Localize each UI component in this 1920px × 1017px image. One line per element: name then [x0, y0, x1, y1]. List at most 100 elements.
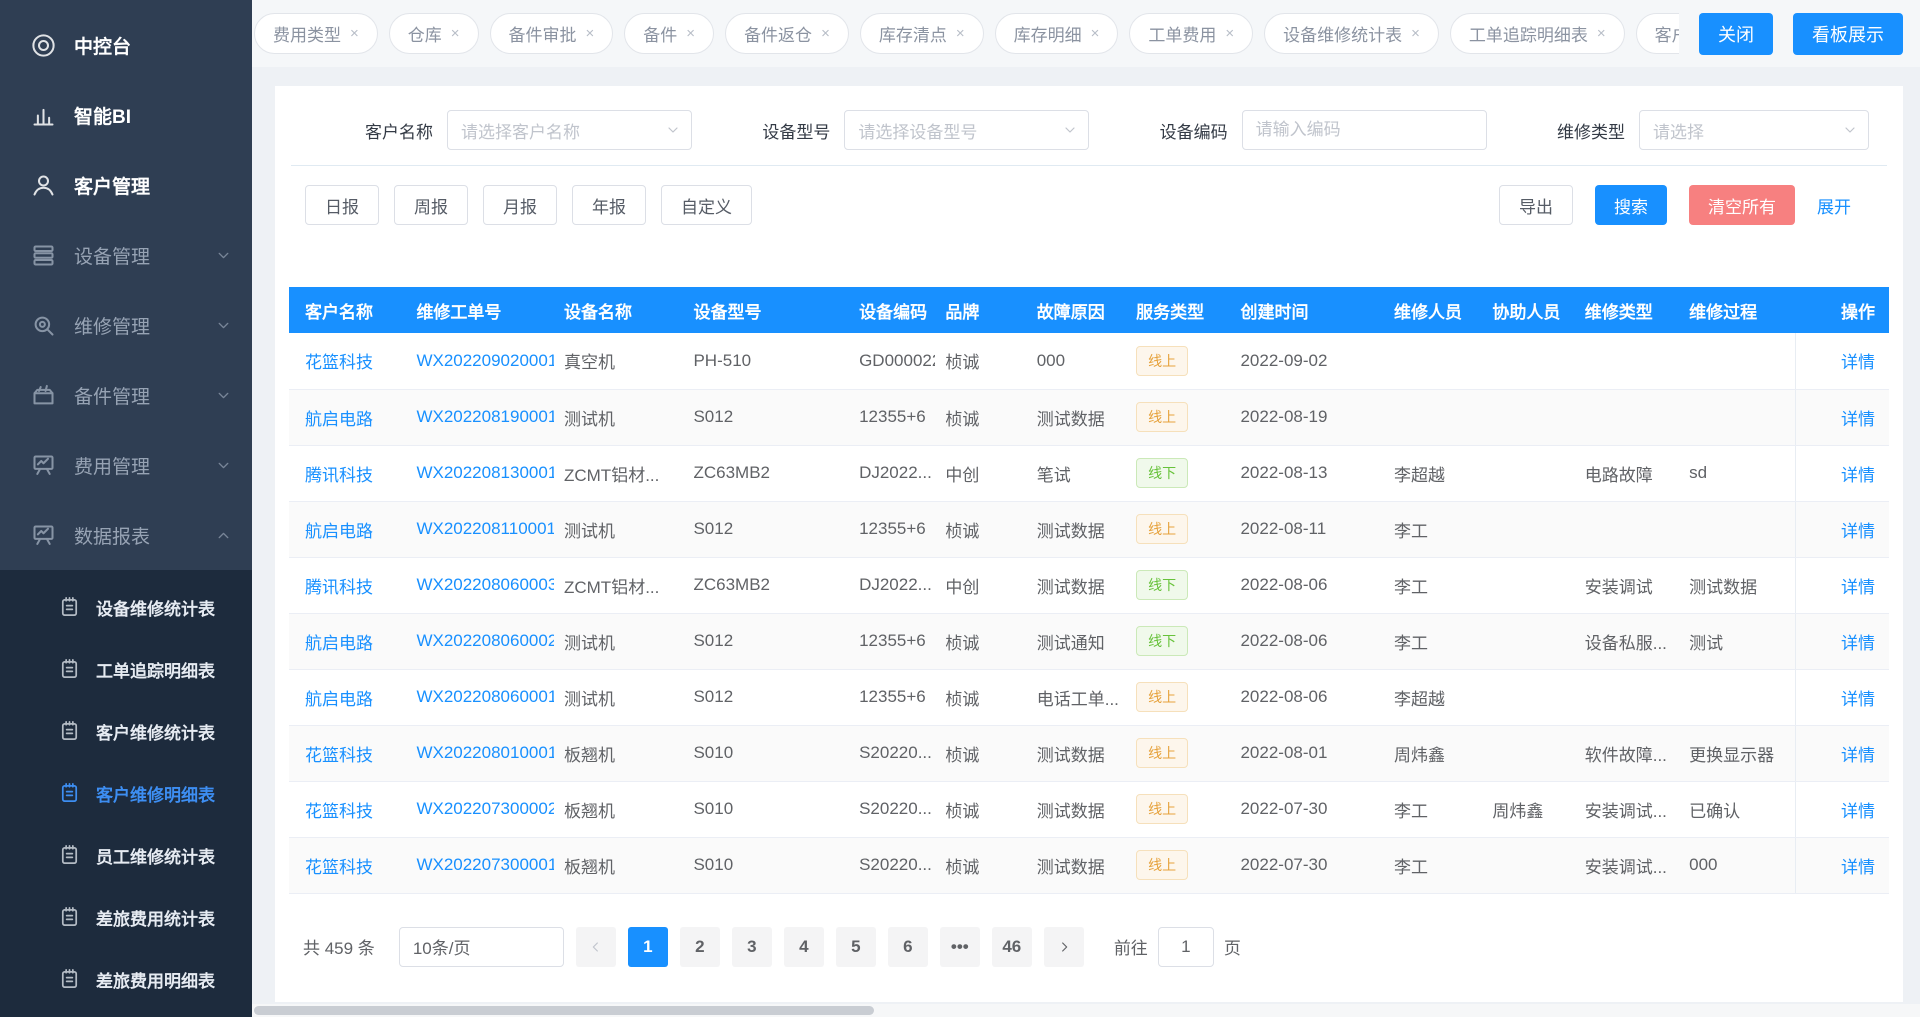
order-link[interactable]: WX202208010001	[416, 743, 554, 762]
report-range-button[interactable]: 年报	[572, 185, 646, 225]
board-display-button[interactable]: 看板展示	[1793, 13, 1903, 55]
sidebar-subitem[interactable]: 员工维修统计表	[0, 824, 252, 886]
goto-page-input[interactable]	[1158, 927, 1214, 967]
order-link[interactable]: WX202207300001	[416, 855, 554, 874]
filter-select[interactable]: 请选择客户名称	[447, 110, 692, 150]
tab-close-icon[interactable]: ×	[586, 26, 595, 41]
tab-close-icon[interactable]: ×	[350, 26, 359, 41]
page-button[interactable]: 46	[992, 927, 1032, 967]
filter-select[interactable]: 请选择设备型号	[844, 110, 1089, 150]
order-link[interactable]: WX202208110001	[416, 519, 554, 538]
detail-link[interactable]: 详情	[1841, 578, 1875, 597]
tab[interactable]: 设备维修统计表×	[1264, 13, 1439, 54]
sidebar-item[interactable]: 智能BI	[0, 80, 252, 150]
page-button[interactable]: 2	[680, 927, 720, 967]
close-button[interactable]: 关闭	[1699, 13, 1773, 55]
order-link[interactable]: WX202208190001	[416, 407, 554, 426]
tab-close-icon[interactable]: ×	[1225, 26, 1234, 41]
filter-select[interactable]: 请选择	[1639, 110, 1869, 150]
customer-link[interactable]: 腾讯科技	[305, 466, 373, 485]
tab-close-icon[interactable]: ×	[451, 26, 460, 41]
sidebar-subitem[interactable]: 设备维修统计表	[0, 576, 252, 638]
filter-input[interactable]	[1256, 120, 1452, 140]
customer-link[interactable]: 航启电路	[305, 410, 373, 429]
cell-repair_type	[1575, 501, 1679, 557]
sidebar-subitem[interactable]: 差旅费用统计表	[0, 886, 252, 948]
detail-link[interactable]: 详情	[1841, 634, 1875, 653]
tab[interactable]: 库存清点×	[860, 13, 984, 54]
sidebar-item[interactable]: 维修管理	[0, 290, 252, 360]
cell-model: S012	[683, 669, 849, 725]
tab-close-icon[interactable]: ×	[1091, 26, 1100, 41]
tab[interactable]: 工单费用×	[1129, 13, 1253, 54]
tab-close-icon[interactable]: ×	[1597, 26, 1606, 41]
clear-all-button[interactable]: 清空所有	[1689, 185, 1795, 225]
detail-link[interactable]: 详情	[1841, 802, 1875, 821]
page-size-select[interactable]: 10条/页	[399, 927, 564, 967]
tab-close-icon[interactable]: ×	[686, 26, 695, 41]
sidebar-item[interactable]: 数据报表	[0, 500, 252, 570]
page-button[interactable]: 1	[628, 927, 668, 967]
customer-link[interactable]: 腾讯科技	[305, 578, 373, 597]
order-link[interactable]: WX202207300002	[416, 799, 554, 818]
tab-close-icon[interactable]: ×	[821, 26, 830, 41]
scrollbar-thumb[interactable]	[254, 1006, 874, 1015]
tab[interactable]: 客户维修统计表×	[1636, 13, 1679, 54]
report-range-button[interactable]: 月报	[483, 185, 557, 225]
order-link[interactable]: WX202208060001	[416, 687, 554, 706]
customer-link[interactable]: 花篮科技	[305, 353, 373, 372]
tab[interactable]: 备件返仓×	[725, 13, 849, 54]
expand-toggle[interactable]: 展开	[1817, 193, 1871, 218]
page-ellipsis[interactable]: •••	[940, 927, 980, 967]
export-button[interactable]: 导出	[1499, 185, 1573, 225]
detail-link[interactable]: 详情	[1841, 410, 1875, 429]
sidebar-item-label: 设备管理	[74, 242, 150, 269]
detail-link[interactable]: 详情	[1841, 522, 1875, 541]
customer-link[interactable]: 花篮科技	[305, 802, 373, 821]
tab[interactable]: 备件审批×	[490, 13, 614, 54]
horizontal-scrollbar[interactable]	[252, 1004, 1920, 1017]
sidebar-subitem[interactable]: 客户维修统计表	[0, 700, 252, 762]
sidebar-item[interactable]: 客户管理	[0, 150, 252, 220]
customer-link[interactable]: 航启电路	[305, 634, 373, 653]
prev-page-button[interactable]	[576, 927, 616, 967]
next-page-button[interactable]	[1044, 927, 1084, 967]
page-button[interactable]: 3	[732, 927, 772, 967]
customer-link[interactable]: 航启电路	[305, 690, 373, 709]
detail-link[interactable]: 详情	[1841, 353, 1875, 372]
customer-link[interactable]: 花篮科技	[305, 858, 373, 877]
customer-link[interactable]: 花篮科技	[305, 746, 373, 765]
tab[interactable]: 工单追踪明细表×	[1450, 13, 1625, 54]
tab[interactable]: 仓库×	[389, 13, 479, 54]
tab-close-icon[interactable]: ×	[1411, 26, 1420, 41]
search-button[interactable]: 搜索	[1595, 185, 1667, 225]
sidebar-subitem[interactable]: 客户维修明细表	[0, 762, 252, 824]
sidebar-subitem[interactable]: 差旅费用明细表	[0, 948, 252, 1010]
sidebar-item[interactable]: 设备管理	[0, 220, 252, 290]
order-link[interactable]: WX202209020001	[416, 351, 554, 370]
order-link[interactable]: WX202208060002	[416, 631, 554, 650]
detail-link[interactable]: 详情	[1841, 858, 1875, 877]
page-button[interactable]: 4	[784, 927, 824, 967]
report-range-button[interactable]: 自定义	[661, 185, 752, 225]
detail-link[interactable]: 详情	[1841, 690, 1875, 709]
page-button[interactable]: 6	[888, 927, 928, 967]
report-range-button[interactable]: 日报	[305, 185, 379, 225]
sidebar-item[interactable]: 中控台	[0, 10, 252, 80]
sidebar-item[interactable]: 备件管理	[0, 360, 252, 430]
page-button[interactable]: 5	[836, 927, 876, 967]
detail-link[interactable]: 详情	[1841, 746, 1875, 765]
cell-customer: 航启电路	[289, 669, 406, 725]
order-link[interactable]: WX202208130001	[416, 463, 554, 482]
tab[interactable]: 库存明细×	[995, 13, 1119, 54]
tab[interactable]: 费用类型×	[254, 13, 378, 54]
tab[interactable]: 备件×	[624, 13, 714, 54]
tab-close-icon[interactable]: ×	[956, 26, 965, 41]
report-range-button[interactable]: 周报	[394, 185, 468, 225]
customer-link[interactable]: 航启电路	[305, 522, 373, 541]
order-link[interactable]: WX202208060003	[416, 575, 554, 594]
sidebar-subitem[interactable]: 工单追踪明细表	[0, 638, 252, 700]
sidebar-item[interactable]: 费用管理	[0, 430, 252, 500]
detail-link[interactable]: 详情	[1841, 466, 1875, 485]
cell-service: 线上	[1126, 781, 1230, 837]
